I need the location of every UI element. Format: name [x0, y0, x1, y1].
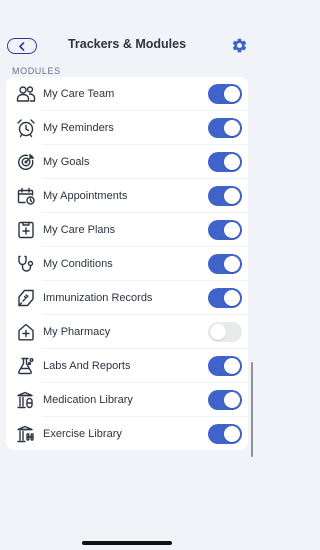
care-team-icon — [16, 84, 36, 104]
toggle-knob — [210, 324, 226, 340]
list-item-medication-library: Medication Library — [6, 383, 248, 417]
toggle-knob — [224, 392, 240, 408]
library-pill-icon — [16, 390, 36, 410]
toggle-knob — [224, 154, 240, 170]
labs-and-reports-toggle[interactable] — [208, 356, 242, 376]
nav-header: Trackers & Modules — [0, 0, 254, 60]
list-item-my-goals: My Goals — [6, 145, 248, 179]
pharmacy-house-icon — [16, 322, 36, 342]
toggle-knob — [224, 222, 240, 238]
my-conditions-toggle[interactable] — [208, 254, 242, 274]
alarm-clock-icon — [16, 118, 36, 138]
module-label: My Reminders — [43, 122, 114, 134]
medication-library-toggle[interactable] — [208, 390, 242, 410]
scrollbar[interactable] — [251, 362, 253, 457]
toggle-knob — [224, 188, 240, 204]
module-label: My Appointments — [43, 190, 128, 202]
toggle-knob — [224, 120, 240, 136]
exercise-library-toggle[interactable] — [208, 424, 242, 444]
syringe-icon — [16, 288, 36, 308]
library-dumbbell-icon — [16, 424, 36, 444]
my-goals-toggle[interactable] — [208, 152, 242, 172]
list-item-my-care-team: My Care Team — [6, 77, 248, 111]
toggle-knob — [224, 86, 240, 102]
module-label: My Pharmacy — [43, 326, 111, 338]
list-item-exercise-library: Exercise Library — [6, 417, 248, 451]
module-label: Immunization Records — [43, 292, 153, 304]
immunization-records-toggle[interactable] — [208, 288, 242, 308]
my-reminders-toggle[interactable] — [208, 118, 242, 138]
my-care-team-toggle[interactable] — [208, 84, 242, 104]
list-item-immunization-records: Immunization Records — [6, 281, 248, 315]
module-label: Labs And Reports — [43, 360, 131, 372]
flask-icon — [16, 356, 36, 376]
modules-list: My Care Team My Reminders My Goals My Ap… — [6, 77, 248, 450]
module-label: Medication Library — [43, 394, 133, 406]
list-item-my-conditions: My Conditions — [6, 247, 248, 281]
module-label: My Care Plans — [43, 224, 116, 236]
module-label: My Goals — [43, 156, 90, 168]
list-item-my-reminders: My Reminders — [6, 111, 248, 145]
home-indicator — [82, 541, 172, 545]
module-label: Exercise Library — [43, 428, 122, 440]
list-item-my-pharmacy: My Pharmacy — [6, 315, 248, 349]
target-icon — [16, 152, 36, 172]
my-care-plans-toggle[interactable] — [208, 220, 242, 240]
module-label: My Care Team — [43, 88, 115, 100]
toggle-knob — [224, 358, 240, 374]
toggle-knob — [224, 426, 240, 442]
my-pharmacy-toggle[interactable] — [208, 322, 242, 342]
toggle-knob — [224, 256, 240, 272]
list-item-my-care-plans: My Care Plans — [6, 213, 248, 247]
folder-plus-icon — [16, 220, 36, 240]
gear-icon — [232, 38, 247, 53]
list-item-my-appointments: My Appointments — [6, 179, 248, 213]
stethoscope-icon — [16, 254, 36, 274]
page-title: Trackers & Modules — [67, 37, 187, 51]
list-item-labs-and-reports: Labs And Reports — [6, 349, 248, 383]
my-appointments-toggle[interactable] — [208, 186, 242, 206]
settings-button[interactable] — [231, 37, 248, 54]
toggle-knob — [224, 290, 240, 306]
calendar-clock-icon — [16, 186, 36, 206]
section-label: MODULES — [12, 66, 61, 76]
module-label: My Conditions — [43, 258, 113, 270]
